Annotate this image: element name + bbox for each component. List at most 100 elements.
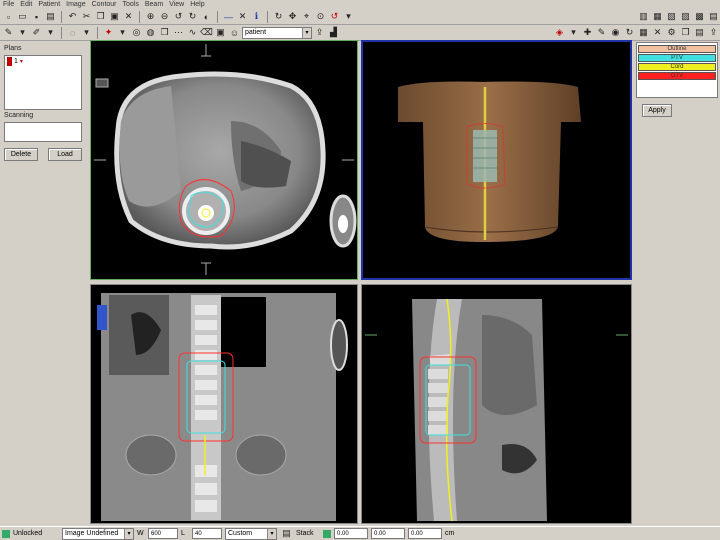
zoom-in-icon[interactable]: ⊕ [144, 10, 157, 23]
shrink-icon[interactable]: ◍ [144, 26, 157, 39]
lock-status: Unlocked [13, 530, 43, 537]
apply-button[interactable]: Apply [642, 104, 672, 117]
layout-6-icon[interactable]: ▤ [707, 10, 720, 23]
beam-rotate-icon[interactable]: ↻ [623, 26, 636, 39]
beam-icon[interactable]: ◈ [553, 26, 566, 39]
grow-icon[interactable]: ◎ [130, 26, 143, 39]
beam-export-icon[interactable]: ⇪ [707, 26, 720, 39]
beam-delete-icon[interactable]: ✕ [651, 26, 664, 39]
layout-3-icon[interactable]: ▧ [665, 10, 678, 23]
stack-indicator-icon [323, 529, 331, 538]
structure-outline[interactable]: Outline [638, 45, 716, 53]
dropdown-chevron-icon[interactable]: ▾ [44, 26, 57, 39]
axial-viewport[interactable] [90, 40, 358, 280]
scanning-label: Scanning [4, 112, 34, 119]
beam-settings-icon[interactable]: ⚙ [665, 26, 678, 39]
menu-tools[interactable]: Tools [123, 1, 139, 8]
measure-icon[interactable]: ⌖ [300, 10, 313, 23]
structure-gtv[interactable]: GTV [638, 72, 716, 80]
patient-icon[interactable]: ☺ [228, 26, 241, 39]
interpolate-icon[interactable]: ⋯ [172, 26, 185, 39]
export-icon[interactable]: ⇪ [313, 26, 326, 39]
structure-ptv[interactable]: PTV [638, 54, 716, 62]
reset-icon[interactable]: ↺ [328, 10, 341, 23]
smooth-icon[interactable]: ∿ [186, 26, 199, 39]
contour-icon[interactable]: ◌ [66, 26, 79, 39]
menu-contour[interactable]: Contour [92, 1, 117, 8]
menu-edit[interactable]: Edit [20, 1, 32, 8]
zoom-out-icon[interactable]: ⊖ [158, 10, 171, 23]
window-label: W [137, 530, 144, 537]
paste-icon[interactable]: ▣ [108, 10, 121, 23]
dropdown-chevron-icon[interactable]: ▾ [567, 26, 580, 39]
dropdown-chevron-icon[interactable]: ▾ [116, 26, 129, 39]
level-input[interactable]: 40 [192, 528, 222, 539]
load-button[interactable]: Load [48, 148, 82, 161]
coronal-viewport[interactable] [90, 284, 358, 524]
axial-ct-image [94, 44, 357, 275]
dropdown-chevron-icon[interactable]: ▾ [16, 26, 29, 39]
beam-view-icon[interactable]: ◉ [609, 26, 622, 39]
delete-icon[interactable]: ✕ [122, 10, 135, 23]
beam-report-icon[interactable]: ▤ [693, 26, 706, 39]
crosshair-icon[interactable]: ✕ [236, 10, 249, 23]
sagittal-ct-image [365, 298, 628, 522]
window-input[interactable]: 600 [148, 528, 178, 539]
window-level-icon[interactable]: ◐ [200, 10, 213, 23]
menu-file[interactable]: File [3, 1, 14, 8]
delete-button[interactable]: Delete [4, 148, 38, 161]
beam-edit-icon[interactable]: ✎ [595, 26, 608, 39]
print-icon[interactable]: ▤ [44, 10, 57, 23]
layout-5-icon[interactable]: ▩ [693, 10, 706, 23]
list-item[interactable]: 1 ▾ [5, 56, 81, 67]
dropdown-chevron-icon[interactable]: ▾ [80, 26, 93, 39]
brush-icon[interactable]: ✐ [30, 26, 43, 39]
pan-icon[interactable]: ✥ [286, 10, 299, 23]
image-select[interactable]: Image Undefined ▾ [62, 527, 134, 540]
stack-value-2[interactable]: 0.00 [371, 528, 405, 539]
fill-icon[interactable]: ▣ [214, 26, 227, 39]
layout-4-icon[interactable]: ▨ [679, 10, 692, 23]
pencil-icon[interactable]: ✎ [2, 26, 15, 39]
stack-icon[interactable]: ▤ [280, 527, 293, 540]
rotate-right-icon[interactable]: ↻ [186, 10, 199, 23]
3d-viewport[interactable] [361, 40, 632, 280]
info-icon[interactable]: ℹ [250, 10, 263, 23]
menu-patient[interactable]: Patient [38, 1, 60, 8]
stack-label: Stack [296, 530, 314, 537]
dropdown-chevron-icon[interactable]: ▾ [342, 10, 355, 23]
stack-value-3[interactable]: 0.00 [408, 528, 442, 539]
line-icon[interactable]: ― [222, 10, 235, 23]
structure-label: Outline [667, 46, 687, 52]
erase-icon[interactable]: ⌫ [200, 26, 213, 39]
undo-icon[interactable]: ↶ [66, 10, 79, 23]
open-icon[interactable]: ▭ [16, 10, 29, 23]
layout-2-icon[interactable]: ▦ [651, 10, 664, 23]
new-icon[interactable]: ▫ [2, 10, 15, 23]
beam-add-icon[interactable]: ✚ [581, 26, 594, 39]
structure-label: Cord [670, 64, 684, 70]
scanning-box[interactable] [4, 122, 82, 142]
rotate-3d-icon[interactable]: ↻ [272, 10, 285, 23]
target-icon[interactable]: ⊙ [314, 10, 327, 23]
menu-view[interactable]: View [169, 1, 184, 8]
chart-icon[interactable]: ▟ [327, 26, 340, 39]
save-icon[interactable]: ▪ [30, 10, 43, 23]
beam-copy-icon[interactable]: ❐ [679, 26, 692, 39]
rotate-left-icon[interactable]: ↺ [172, 10, 185, 23]
copy-icon[interactable]: ❐ [94, 10, 107, 23]
sagittal-viewport[interactable] [361, 284, 632, 524]
menu-image[interactable]: Image [66, 1, 85, 8]
structure-cord[interactable]: Cord [638, 63, 716, 71]
menu-help[interactable]: Help [190, 1, 204, 8]
beam-dose-icon[interactable]: ▦ [637, 26, 650, 39]
structure-icon[interactable]: ✦ [102, 26, 115, 39]
patient-select[interactable]: patient ▾ [242, 26, 312, 39]
cut-icon[interactable]: ✂ [80, 10, 93, 23]
layout-1-icon[interactable]: ▥ [637, 10, 650, 23]
menu-beam[interactable]: Beam [145, 1, 163, 8]
plans-list[interactable]: 1 ▾ [4, 55, 82, 110]
stack-value-1[interactable]: 0.00 [334, 528, 368, 539]
copy-contour-icon[interactable]: ❐ [158, 26, 171, 39]
preset-select[interactable]: Custom ▾ [225, 527, 277, 540]
